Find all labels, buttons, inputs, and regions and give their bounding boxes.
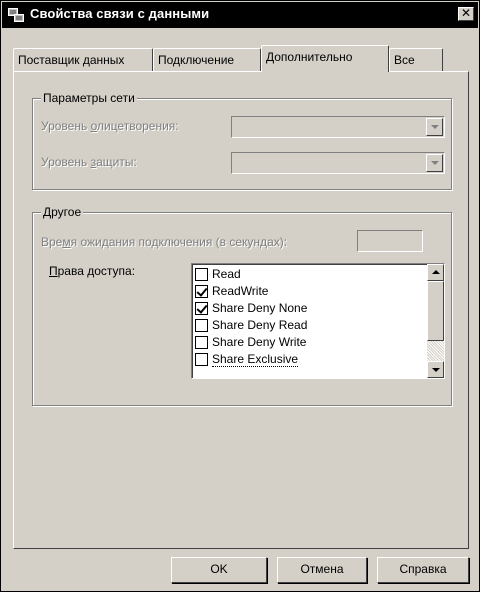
close-button[interactable]: ✕ bbox=[458, 7, 474, 21]
scroll-down-icon[interactable] bbox=[427, 361, 444, 378]
access-permissions-label: Права доступа: bbox=[49, 264, 136, 278]
scroll-thumb[interactable] bbox=[427, 281, 444, 341]
list-item-label: Share Deny None bbox=[212, 301, 308, 315]
tab-label: Поставщик данных bbox=[18, 53, 125, 67]
list-item-label: Share Deny Write bbox=[212, 335, 307, 349]
list-scrollbar[interactable] bbox=[427, 264, 444, 378]
list-item[interactable]: Share Deny Read bbox=[195, 317, 415, 334]
other-legend: Другое bbox=[41, 205, 84, 219]
data-link-icon bbox=[8, 8, 24, 22]
close-icon: ✕ bbox=[460, 6, 472, 20]
checkbox-share-deny-none[interactable] bbox=[195, 302, 208, 315]
title-bar[interactable]: Свойства связи с данными ✕ bbox=[2, 2, 478, 28]
checkbox-readwrite[interactable] bbox=[195, 285, 208, 298]
impersonation-level-label: Уровень олицетворения: bbox=[41, 119, 179, 133]
list-item[interactable]: Share Deny Write bbox=[195, 334, 415, 351]
window-title: Свойства связи с данными bbox=[30, 6, 210, 21]
chevron-down-icon[interactable] bbox=[426, 154, 443, 172]
protection-level-label: Уровень защиты: bbox=[41, 155, 137, 169]
tab-strip: Поставщик данных Подключение Дополнитель… bbox=[13, 45, 469, 72]
ok-button[interactable]: OK bbox=[171, 557, 267, 583]
checkbox-read[interactable] bbox=[195, 268, 208, 281]
other-group: Другое Время ожидания подключения (в сек… bbox=[32, 205, 452, 406]
list-item[interactable]: Share Deny None bbox=[195, 300, 415, 317]
tab-label: Подключение bbox=[158, 53, 235, 67]
list-item[interactable]: Read bbox=[195, 266, 415, 283]
tab-connection[interactable]: Подключение bbox=[153, 48, 261, 71]
tab-label: Все bbox=[394, 53, 415, 67]
list-item-label: Read bbox=[212, 267, 241, 281]
connect-timeout-label: Время ожидания подключения (в секундах): bbox=[41, 235, 288, 249]
connect-timeout-input[interactable] bbox=[357, 230, 423, 252]
tab-all[interactable]: Все bbox=[389, 48, 443, 71]
cancel-button[interactable]: Отмена bbox=[277, 557, 367, 583]
tab-label: Дополнительно bbox=[266, 50, 353, 64]
advanced-tab-panel: Параметры сети Уровень олицетворения: Ур… bbox=[13, 71, 469, 549]
checkbox-share-deny-write[interactable] bbox=[195, 336, 208, 349]
scroll-up-icon[interactable] bbox=[427, 264, 444, 281]
impersonation-level-combo[interactable] bbox=[231, 116, 445, 138]
help-button[interactable]: Справка bbox=[377, 557, 469, 583]
checkbox-share-exclusive[interactable] bbox=[195, 353, 208, 366]
tab-advanced[interactable]: Дополнительно bbox=[261, 45, 389, 72]
data-link-properties-dialog: Свойства связи с данными ✕ Поставщик дан… bbox=[0, 0, 480, 592]
list-item-label: Share Exclusive bbox=[212, 352, 299, 367]
tab-data-provider[interactable]: Поставщик данных bbox=[13, 48, 153, 71]
network-settings-legend: Параметры сети bbox=[41, 91, 137, 105]
list-item-label: ReadWrite bbox=[212, 284, 269, 298]
checkbox-share-deny-read[interactable] bbox=[195, 319, 208, 332]
protection-level-combo[interactable] bbox=[231, 152, 445, 174]
chevron-down-icon[interactable] bbox=[426, 118, 443, 136]
list-item-label: Share Deny Read bbox=[212, 318, 308, 332]
list-item[interactable]: Share Exclusive bbox=[195, 351, 415, 368]
list-item[interactable]: ReadWrite bbox=[195, 283, 415, 300]
network-settings-group: Параметры сети Уровень олицетворения: Ур… bbox=[32, 91, 452, 190]
access-permissions-list[interactable]: Read ReadWrite Share Deny None Share Den… bbox=[191, 263, 445, 379]
